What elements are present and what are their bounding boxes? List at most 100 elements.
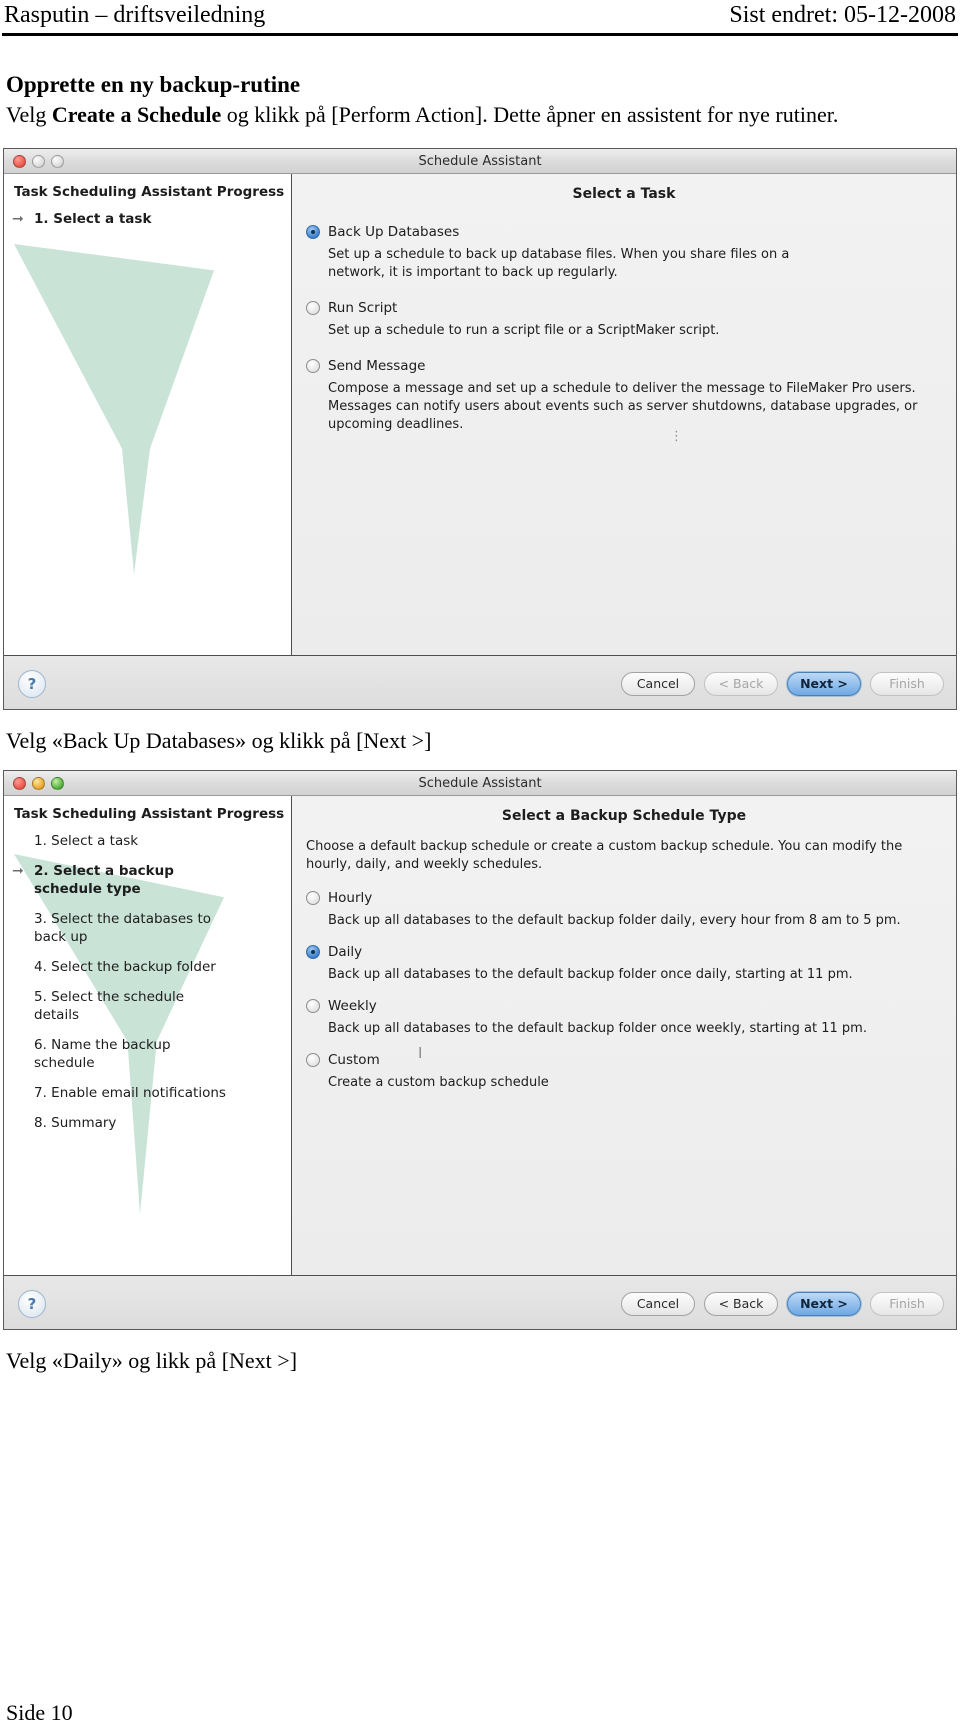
window-1-traffic-lights[interactable] bbox=[4, 154, 64, 168]
option-daily[interactable]: Daily bbox=[306, 944, 956, 960]
schedule-assistant-window-2[interactable]: Schedule Assistant Task Scheduling Assis… bbox=[3, 770, 957, 1330]
zoom-icon[interactable] bbox=[51, 154, 64, 168]
sidebar-step-4[interactable]: ➞ 4. Select the backup folder bbox=[4, 958, 291, 976]
window-1-button-group: Cancel < Back Next > Finish bbox=[621, 671, 944, 696]
window-1-body: Task Scheduling Assistant Progress ➞ 1. … bbox=[4, 174, 956, 655]
sidebar-step-label: 5. Select the schedule details bbox=[34, 989, 185, 1023]
option-label: Daily bbox=[328, 944, 363, 960]
option-description: Compose a message and set up a schedule … bbox=[328, 381, 918, 432]
radio-hourly[interactable] bbox=[306, 891, 320, 905]
window-1-footer: ? Cancel < Back Next > Finish bbox=[4, 655, 956, 709]
sidebar-step-5[interactable]: ➞ 5. Select the schedule details bbox=[4, 988, 291, 1024]
cancel-button[interactable]: Cancel bbox=[621, 1291, 695, 1316]
text-cursor-icon: I bbox=[418, 1044, 423, 1062]
window-1-titlebar[interactable]: Schedule Assistant bbox=[4, 149, 956, 174]
window-2-button-group: Cancel < Back Next > Finish bbox=[621, 1291, 944, 1316]
window-1-content: Select a Task Back Up Databases Set up a… bbox=[292, 174, 956, 655]
option-back-up-databases[interactable]: Back Up Databases bbox=[306, 224, 956, 240]
option-description: Back up all databases to the default bac… bbox=[328, 1021, 867, 1036]
sidebar-step-label: 3. Select the databases to back up bbox=[34, 911, 212, 945]
window-2-titlebar[interactable]: Schedule Assistant bbox=[4, 771, 956, 796]
option-label: Back Up Databases bbox=[328, 224, 460, 240]
radio-custom[interactable] bbox=[306, 1053, 320, 1067]
radio-send-message[interactable] bbox=[306, 359, 320, 373]
option-hourly[interactable]: Hourly bbox=[306, 890, 956, 906]
sidebar-step-2[interactable]: ➞ 2. Select a backup schedule type bbox=[4, 862, 291, 898]
current-step-arrow-icon: ➞ bbox=[12, 211, 24, 227]
sidebar-step-1[interactable]: ➞ 1. Select a task bbox=[4, 210, 291, 228]
page-title: Opprette en ny backup-rutine bbox=[6, 72, 301, 97]
window-2-steps: ➞ 1. Select a task ➞ 2. Select a backup … bbox=[4, 832, 291, 1132]
sidebar-step-3[interactable]: ➞ 3. Select the databases to back up bbox=[4, 910, 291, 946]
header-divider bbox=[2, 33, 958, 36]
caption-2: Velg «Daily» og likk på [Next >] bbox=[6, 1348, 298, 1373]
next-button[interactable]: Next > bbox=[787, 671, 861, 696]
schedule-assistant-window-1[interactable]: Schedule Assistant Task Scheduling Assis… bbox=[3, 148, 957, 710]
option-description: Back up all databases to the default bac… bbox=[328, 913, 901, 928]
option-label: Send Message bbox=[328, 358, 426, 374]
window-2-sidebar: Task Scheduling Assistant Progress ➞ 1. … bbox=[4, 796, 292, 1275]
radio-daily[interactable] bbox=[306, 945, 320, 959]
intro-text-bold: Create a Schedule bbox=[51, 102, 222, 127]
sidebar-step-label: 1. Select a task bbox=[34, 211, 152, 227]
sidebar-step-label: 7. Enable email notifications bbox=[34, 1085, 226, 1101]
cancel-button[interactable]: Cancel bbox=[621, 671, 695, 696]
option-weekly[interactable]: Weekly bbox=[306, 998, 956, 1014]
sidebar-step-label: 2. Select a backup schedule type bbox=[34, 863, 174, 897]
content-title: Select a Task bbox=[572, 186, 676, 202]
sidebar-step-label: 4. Select the backup folder bbox=[34, 959, 216, 975]
window-2-body: Task Scheduling Assistant Progress ➞ 1. … bbox=[4, 796, 956, 1275]
sidebar-step-1[interactable]: ➞ 1. Select a task bbox=[4, 832, 291, 850]
radio-back-up-databases[interactable] bbox=[306, 225, 320, 239]
window-2-title: Schedule Assistant bbox=[418, 775, 542, 791]
sidebar-step-label: 6. Name the backup schedule bbox=[34, 1037, 171, 1071]
current-step-arrow-icon: ➞ bbox=[12, 863, 24, 879]
header-title-left: Rasputin – driftsveiledning bbox=[4, 2, 266, 28]
window-2-traffic-lights[interactable] bbox=[4, 776, 64, 790]
text-cursor-icon: ⋮ bbox=[670, 429, 683, 444]
finish-button[interactable]: Finish bbox=[870, 1291, 944, 1316]
option-label: Hourly bbox=[328, 890, 373, 906]
help-button[interactable]: ? bbox=[18, 669, 46, 698]
finish-button[interactable]: Finish bbox=[870, 671, 944, 696]
back-button[interactable]: < Back bbox=[704, 671, 778, 696]
back-button[interactable]: < Back bbox=[704, 1291, 778, 1316]
option-description: Create a custom backup schedule bbox=[328, 1075, 549, 1090]
option-description: Back up all databases to the default bac… bbox=[328, 967, 853, 982]
option-label: Custom bbox=[328, 1052, 380, 1068]
close-icon[interactable] bbox=[13, 154, 26, 168]
header-date-right: Sist endret: 05-12-2008 bbox=[729, 2, 956, 28]
window-1-title: Schedule Assistant bbox=[418, 153, 542, 169]
radio-run-script[interactable] bbox=[306, 301, 320, 315]
sidebar-step-label: 1. Select a task bbox=[34, 833, 139, 849]
option-label: Weekly bbox=[328, 998, 377, 1014]
sidebar-step-6[interactable]: ➞ 6. Name the backup schedule bbox=[4, 1036, 291, 1072]
option-label: Run Script bbox=[328, 300, 398, 316]
intro-text-before: Velg bbox=[6, 102, 52, 127]
radio-weekly[interactable] bbox=[306, 999, 320, 1013]
option-send-message[interactable]: Send Message bbox=[306, 358, 956, 374]
sidebar-step-8[interactable]: ➞ 8. Summary bbox=[4, 1114, 291, 1132]
sidebar-heading: Task Scheduling Assistant Progress bbox=[14, 806, 285, 822]
sidebar-heading: Task Scheduling Assistant Progress bbox=[14, 184, 285, 200]
intro-paragraph: Velg Create a Schedule og klikk på [Perf… bbox=[6, 102, 838, 128]
content-intro: Choose a default backup schedule or crea… bbox=[306, 839, 903, 872]
window-2-footer: ? Cancel < Back Next > Finish bbox=[4, 1275, 956, 1329]
help-button[interactable]: ? bbox=[18, 1289, 46, 1318]
close-icon[interactable] bbox=[13, 776, 26, 790]
sidebar-step-7[interactable]: ➞ 7. Enable email notifications bbox=[4, 1084, 291, 1102]
option-description: Set up a schedule to run a script file o… bbox=[328, 323, 720, 338]
page-footer: Side 10 bbox=[6, 1700, 73, 1725]
option-custom[interactable]: Custom bbox=[306, 1052, 956, 1068]
option-run-script[interactable]: Run Script bbox=[306, 300, 956, 316]
zoom-icon[interactable] bbox=[51, 776, 64, 790]
next-button[interactable]: Next > bbox=[787, 1291, 861, 1316]
window-1-steps: ➞ 1. Select a task bbox=[4, 210, 291, 228]
content-title: Select a Backup Schedule Type bbox=[501, 808, 747, 824]
funnel-graphic bbox=[14, 244, 214, 574]
option-description: Set up a schedule to back up database fi… bbox=[328, 247, 790, 280]
intro-text-after: og klikk på [Perform Action]. Dette åpne… bbox=[221, 102, 839, 127]
minimize-icon[interactable] bbox=[32, 776, 45, 790]
minimize-icon[interactable] bbox=[32, 154, 45, 168]
window-1-sidebar: Task Scheduling Assistant Progress ➞ 1. … bbox=[4, 174, 292, 655]
